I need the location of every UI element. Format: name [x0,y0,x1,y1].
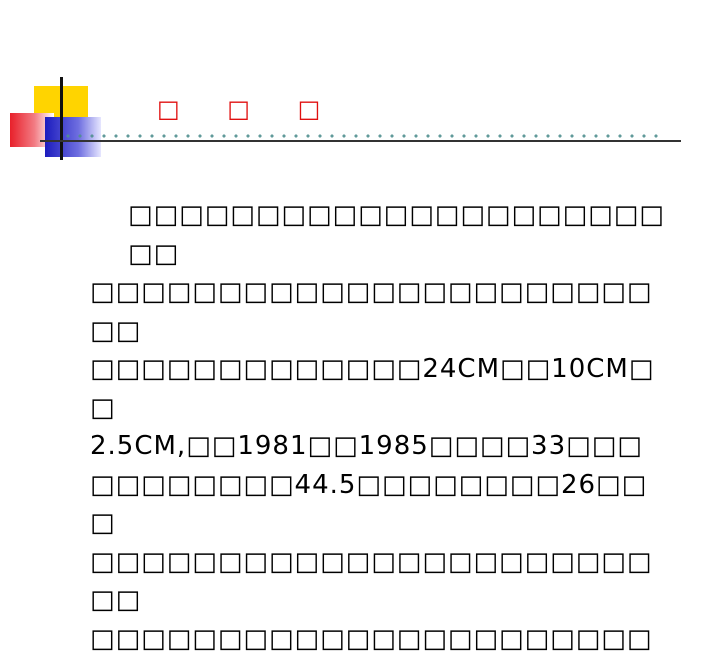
dotted-separator [62,132,662,140]
body-line-7: □□□□□□□□□□□□□□□□□□□□□□ [90,620,668,658]
body-line-6: □□□□□□□□□□□□□□□□□□□□□□□□ [90,543,668,620]
slide: { "slide": { "title": "□ □ □", "body_lin… [0,0,720,540]
horizontal-rule [40,140,681,142]
body-line-5: □□□□□□□□44.5□□□□□□□□26□□□ [90,466,668,543]
body-paragraph: □□□□□□□□□□□□□□□□□□□□□□□ □□□□□□□□□□□□□□□□… [90,196,668,658]
body-line-3: □□□□□□□□□□□□□24CM□□10CM□□ [90,350,668,427]
body-line-1: □□□□□□□□□□□□□□□□□□□□□□□ [90,196,668,273]
body-line-4: 2.5CM,□□1981□□1985□□□□33□□□ [90,427,668,466]
body-line-2: □□□□□□□□□□□□□□□□□□□□□□□□ [90,273,668,350]
vertical-rule [60,77,63,160]
slide-title: □ □ □ [157,94,340,124]
